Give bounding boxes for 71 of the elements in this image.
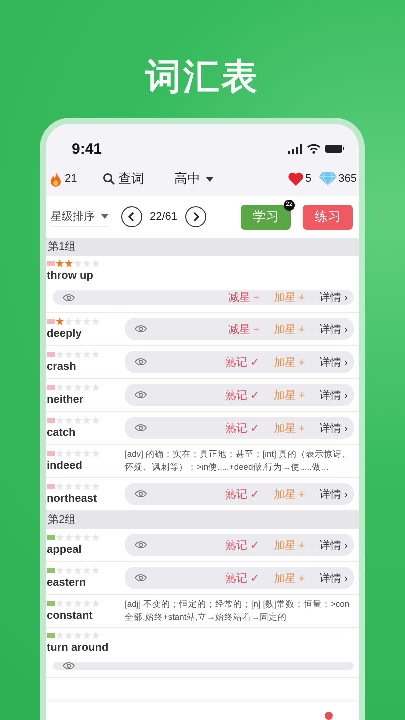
word-text: northeast (47, 492, 98, 507)
details-button[interactable]: 详情 › (319, 388, 348, 402)
gems-count: 365 (338, 173, 357, 185)
star-action-button[interactable]: 熟记 ✓ (226, 570, 260, 586)
page-heading: 词汇表 (146, 55, 260, 99)
signal-icon (288, 144, 303, 154)
eye-icon[interactable] (135, 574, 147, 582)
add-star-button[interactable]: 加星 + (274, 354, 306, 370)
details-button[interactable]: 详情 › (319, 538, 348, 552)
battery-icon (325, 144, 345, 154)
eye-icon[interactable] (135, 325, 147, 333)
eye-icon[interactable] (63, 662, 75, 670)
caret-icon (101, 214, 109, 219)
eye-icon[interactable] (135, 424, 147, 432)
level-dropdown[interactable]: 高中 (174, 170, 214, 188)
search-button[interactable]: 查词 (103, 170, 144, 188)
eye-icon[interactable] (135, 358, 147, 366)
star-action-button[interactable]: 熟记 ✓ (226, 354, 260, 370)
group-header: 第1组 (46, 238, 359, 256)
next-page-button-icon[interactable] (184, 206, 207, 228)
word-text: indeed (47, 459, 84, 474)
flame-icon (50, 172, 62, 186)
definition-text: [adv] 的确；实在；真正地；甚至；[int] 真的（表示惊讶、怀疑、讽刺等）；>in使.....+deed做,行为→使.....做… (125, 448, 352, 474)
word-text: constant (47, 609, 94, 624)
definition-text: [adj] 不变的；恒定的；经常的；[n] [数]常数；恒量；>con全部,始终+stant站,立→始终站着→固定的 (125, 598, 351, 624)
eye-icon[interactable] (135, 391, 147, 399)
status-time: 9:41 (72, 140, 102, 158)
add-star-button[interactable]: 加星 + (274, 538, 306, 552)
practice-button[interactable]: 练习 (303, 204, 353, 230)
add-star-button[interactable]: 加星 + (274, 486, 306, 502)
word-text: throw up (47, 269, 94, 284)
word-text: catch (47, 426, 77, 441)
eye-icon[interactable] (135, 541, 147, 549)
details-button[interactable]: 详情 › (319, 420, 348, 436)
star-action-button[interactable]: 熟记 ✓ (226, 388, 260, 402)
star-action-button[interactable]: 熟记 ✓ (226, 420, 260, 436)
word-text: appeal (47, 543, 83, 558)
star-action-button[interactable]: 减星 − (228, 322, 260, 336)
eye-icon[interactable] (135, 490, 147, 498)
star-action-button[interactable]: 熟记 ✓ (226, 486, 260, 502)
add-star-button[interactable]: 加星 + (274, 322, 306, 336)
word-text: turn around (47, 641, 110, 656)
details-button[interactable]: 详情 › (319, 570, 348, 586)
add-star-button[interactable]: 加星 + (274, 290, 306, 305)
details-button[interactable]: 详情 › (319, 354, 348, 370)
add-star-button[interactable]: 加星 + (274, 570, 306, 586)
diamond-icon (318, 172, 337, 186)
word-text: deeply (47, 327, 83, 342)
star-action-button[interactable]: 熟记 ✓ (226, 538, 260, 552)
search-icon (103, 173, 116, 185)
star-action-button[interactable]: 减星 − (228, 290, 260, 305)
word-text: eastern (47, 576, 88, 591)
group-header: 第2组 (46, 511, 359, 529)
caret-icon (206, 176, 214, 182)
add-star-button[interactable]: 加星 + (274, 388, 306, 402)
previous-page-button-icon[interactable] (121, 206, 143, 228)
word-text: crash (47, 360, 78, 375)
streak-count: 21 (65, 173, 78, 185)
page-counter: 22/61 (150, 211, 178, 223)
sort-dropdown[interactable]: 星级排序 (51, 207, 109, 227)
notification-dot-icon (325, 712, 333, 720)
word-text: neither (47, 393, 85, 408)
details-button[interactable]: 详情 › (319, 322, 348, 336)
heart-icon (288, 172, 304, 186)
hearts-count: 5 (306, 173, 312, 185)
add-star-button[interactable]: 加星 + (274, 420, 306, 436)
details-button[interactable]: 详情 › (319, 290, 348, 305)
wifi-icon (307, 144, 321, 154)
details-button[interactable]: 详情 › (319, 486, 348, 502)
study-button[interactable]: 学习 (241, 204, 291, 230)
eye-icon[interactable] (63, 294, 75, 302)
